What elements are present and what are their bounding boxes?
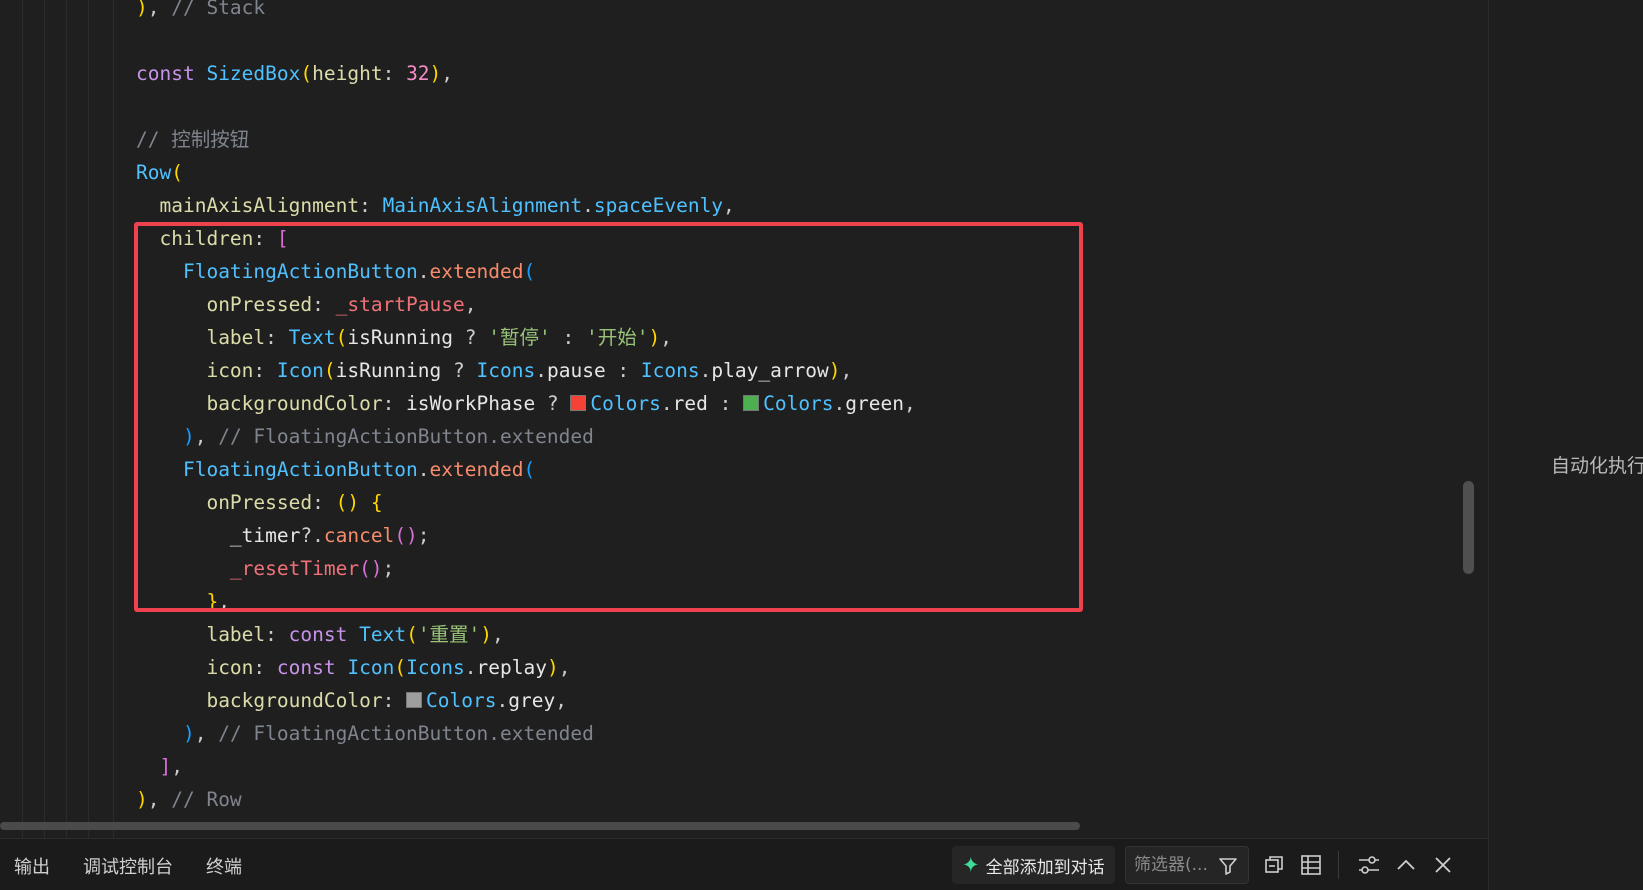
code-token: 32 <box>406 62 430 85</box>
code-token: , <box>555 689 567 712</box>
code-token: Row <box>136 161 172 184</box>
code-token: icon <box>206 656 254 679</box>
code-token: ( <box>300 62 313 85</box>
filter-field[interactable] <box>1125 846 1249 884</box>
code-token: Text <box>359 623 407 646</box>
code-token: . <box>464 656 477 679</box>
code-token: , <box>558 656 571 679</box>
code-token: replay <box>476 656 547 679</box>
collapse-all-icon[interactable] <box>1260 851 1288 879</box>
horizontal-scrollbar-thumb[interactable] <box>0 822 1080 830</box>
code-token: // Row <box>171 788 242 811</box>
code-token: const <box>276 656 348 679</box>
code-line: icon: const Icon(Icons.replay), <box>136 651 570 684</box>
code-token: , <box>171 755 183 778</box>
code-token: . <box>582 194 594 217</box>
tab-debug-console[interactable]: 调试控制台 <box>83 853 173 879</box>
code-token: : <box>265 623 289 646</box>
code-token: ] <box>159 755 172 778</box>
code-editor[interactable]: ), // Stack const SizedBox(height: 32),//… <box>0 0 1488 838</box>
code-token: ) <box>136 788 148 811</box>
code-token: mainAxisAlignment <box>159 194 360 217</box>
code-line: ), // FloatingActionButton.extended <box>136 717 594 750</box>
code-token: , <box>723 194 735 217</box>
code-token: // 控制按钮 <box>136 128 250 151</box>
code-line: backgroundColor: Colors.grey, <box>136 684 567 717</box>
code-token: Icon <box>347 656 395 679</box>
chevron-up-icon[interactable] <box>1392 851 1420 879</box>
code-token: : <box>253 656 277 679</box>
code-token: , <box>147 788 172 811</box>
add-all-to-chat-label: 全部添加到对话 <box>985 857 1105 878</box>
add-all-to-chat-button[interactable]: ✦ 全部添加到对话 <box>952 846 1115 884</box>
code-token: , <box>441 62 454 85</box>
color-swatch-icon[interactable] <box>406 692 423 708</box>
code-line: Row( <box>136 156 183 189</box>
code-token: , <box>492 623 504 646</box>
highlight-annotation-box <box>134 222 1083 612</box>
code-token: : <box>382 689 407 712</box>
indent-guide <box>44 0 45 838</box>
indent-guide <box>88 0 89 838</box>
tab-terminal[interactable]: 终端 <box>206 853 242 879</box>
code-token: label <box>206 623 266 646</box>
right-side-panel: 自动化执行 <box>1488 0 1643 890</box>
code-token: , <box>147 0 172 19</box>
code-token: Colors <box>426 689 497 712</box>
code-line: // 控制按钮 <box>136 123 249 156</box>
code-token: ) <box>136 0 148 19</box>
code-token: ) <box>480 623 493 646</box>
automation-label: 自动化执行 <box>1551 455 1643 477</box>
sparkle-icon: ✦ <box>962 853 980 877</box>
code-token: ( <box>394 656 407 679</box>
indent-guide <box>22 0 23 838</box>
code-token: spaceEvenly <box>593 194 724 217</box>
code-token: ) <box>546 656 559 679</box>
code-token: SizedBox <box>206 62 301 85</box>
code-token: // Stack <box>171 0 266 19</box>
code-token: height <box>312 62 383 85</box>
code-line: ), // Stack <box>136 0 265 24</box>
code-token: ) <box>429 62 442 85</box>
code-token: backgroundColor <box>206 689 383 712</box>
code-line: label: const Text('重置'), <box>136 618 504 651</box>
bottom-panel-bar: 输出 调试控制台 终端 ✦ 全部添加到对话 <box>0 838 1488 890</box>
code-token: : <box>359 194 383 217</box>
code-token: '重置' <box>417 623 481 646</box>
code-token: Icons <box>406 656 465 679</box>
filter-input[interactable] <box>1134 854 1216 876</box>
vertical-scrollbar-thumb[interactable] <box>1463 481 1474 574</box>
code-line: ), // Row <box>136 783 242 816</box>
code-token: // FloatingActionButton.extended <box>218 722 594 745</box>
indent-guide <box>113 0 114 838</box>
filter-icon[interactable] <box>1218 856 1238 876</box>
code-token: : <box>382 62 407 85</box>
code-token: grey <box>508 689 556 712</box>
code-token: ( <box>406 623 418 646</box>
code-line: const SizedBox(height: 32), <box>136 57 453 90</box>
code-token: , <box>194 722 219 745</box>
code-token: MainAxisAlignment <box>382 194 583 217</box>
code-token: ( <box>171 161 183 184</box>
code-token: ) <box>182 722 195 745</box>
code-token: const <box>288 623 360 646</box>
tab-output[interactable]: 输出 <box>14 853 50 879</box>
code-token: . <box>496 689 509 712</box>
code-token: const <box>136 62 207 85</box>
code-line: mainAxisAlignment: MainAxisAlignment.spa… <box>136 189 735 222</box>
settings-sliders-icon[interactable] <box>1355 851 1383 879</box>
toolbar-separator <box>1338 851 1339 879</box>
code-line: ], <box>136 750 183 783</box>
close-icon[interactable] <box>1429 851 1457 879</box>
indent-guide <box>66 0 67 838</box>
table-view-icon[interactable] <box>1297 851 1325 879</box>
